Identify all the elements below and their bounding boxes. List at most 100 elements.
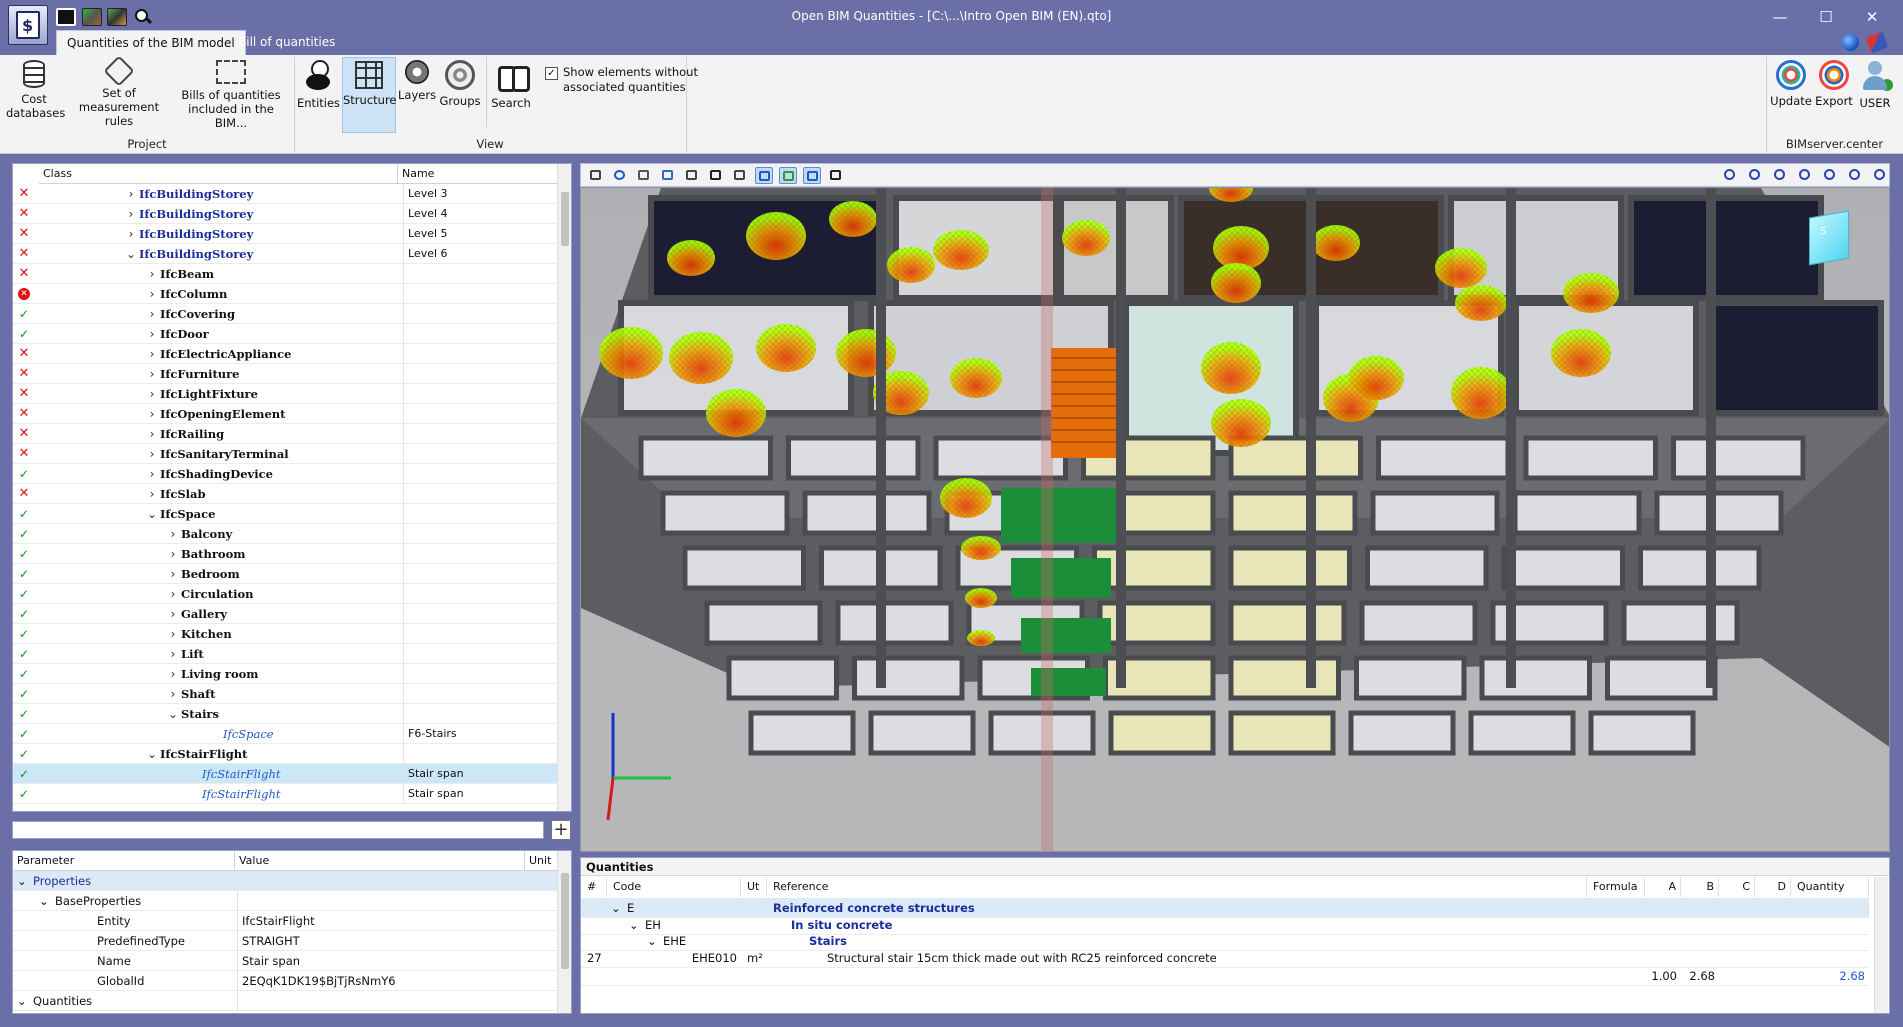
chevron-right-icon[interactable]: › — [146, 484, 158, 504]
tab-bill-of-quantities[interactable]: Bill of quantities — [228, 30, 345, 55]
zoom-prev-icon[interactable] — [1771, 167, 1789, 184]
zoom-extents-icon[interactable] — [1721, 167, 1739, 184]
chevron-right-icon[interactable]: › — [167, 664, 179, 684]
chevron-right-icon[interactable]: › — [146, 344, 158, 364]
chevron-right-icon[interactable]: › — [146, 264, 158, 284]
eye-shade-icon[interactable] — [707, 167, 725, 184]
export-button[interactable]: Export — [1813, 57, 1855, 108]
q-header-d[interactable]: D — [1755, 877, 1791, 897]
chevron-down-icon[interactable]: ⌄ — [39, 891, 49, 911]
user-button[interactable]: USER — [1855, 57, 1895, 110]
tree-row[interactable]: ✕ › IfcColumn — [13, 284, 558, 304]
navigation-cube[interactable]: S — [1809, 210, 1849, 266]
props-header-unit[interactable]: Unit — [524, 851, 558, 871]
props-header-value[interactable]: Value — [234, 851, 524, 871]
tree-header-class[interactable]: Class — [39, 164, 397, 184]
pan-icon[interactable] — [1846, 167, 1864, 184]
zoom-window-icon[interactable] — [1746, 167, 1764, 184]
tree-row[interactable]: ✓ ⌄ Stairs — [13, 704, 558, 724]
property-row[interactable]: GlobalId 2EQqK1DK19$BjTjRsNmY6 — [13, 971, 558, 991]
tree-row[interactable]: ✕ › IfcElectricAppliance — [13, 344, 558, 364]
chevron-right-icon[interactable]: › — [167, 624, 179, 644]
tree-row[interactable]: ✓ ⌄ IfcSpace — [13, 504, 558, 524]
chevron-right-icon[interactable]: › — [167, 644, 179, 664]
view-eye-icon[interactable] — [827, 167, 845, 184]
tree-row[interactable]: ✓ IfcStairFlight Stair span — [13, 764, 558, 784]
section-icon[interactable] — [755, 167, 773, 184]
chevron-right-icon[interactable]: › — [167, 524, 179, 544]
cubes-icon[interactable] — [683, 167, 701, 184]
chevron-right-icon[interactable]: › — [146, 404, 158, 424]
plan-icon[interactable] — [803, 167, 821, 184]
layers-button[interactable]: Layers — [398, 57, 436, 102]
tree-row[interactable]: ✓ ⌄ IfcStairFlight — [13, 744, 558, 764]
tree-row[interactable]: ✕ › IfcOpeningElement — [13, 404, 558, 424]
close-button[interactable]: ✕ — [1849, 4, 1895, 30]
property-row[interactable]: Name Stair span — [13, 951, 558, 971]
chevron-right-icon[interactable]: › — [167, 564, 179, 584]
q-header-code[interactable]: Code — [607, 877, 741, 897]
tree-row[interactable]: ✓ › Balcony — [13, 524, 558, 544]
q-header-quantity[interactable]: Quantity — [1791, 877, 1869, 897]
rotate-view-icon[interactable] — [1796, 167, 1814, 184]
chevron-right-icon[interactable]: › — [167, 604, 179, 624]
chevron-right-icon[interactable]: › — [167, 584, 179, 604]
tree-header-name[interactable]: Name — [397, 164, 557, 184]
cube-icon[interactable] — [659, 167, 677, 184]
tree-row[interactable]: ✓ IfcSpace F6-Stairs — [13, 724, 558, 744]
chevron-down-icon[interactable]: ⌄ — [146, 744, 158, 764]
tree-row[interactable]: ✕ › IfcBuildingStorey Level 5 — [13, 224, 558, 244]
axes-icon[interactable] — [635, 167, 653, 184]
add-button[interactable]: + — [551, 820, 571, 840]
tree-row[interactable]: ✕ › IfcSlab — [13, 484, 558, 504]
tree-row[interactable]: ✓ › IfcCovering — [13, 304, 558, 324]
chevron-right-icon[interactable]: › — [146, 284, 158, 304]
show-elements-checkbox[interactable]: ✓ — [545, 67, 558, 80]
chevron-right-icon[interactable]: › — [146, 364, 158, 384]
tree-row[interactable]: ✕ › IfcBeam — [13, 264, 558, 284]
tree-row[interactable]: ✕ › IfcRailing — [13, 424, 558, 444]
measurement-rules-button[interactable]: Set of measurement rules — [66, 55, 172, 128]
property-row[interactable]: PredefinedType STRAIGHT — [13, 931, 558, 951]
globe-icon[interactable] — [1842, 34, 1859, 51]
chevron-down-icon[interactable]: ⌄ — [17, 991, 27, 1011]
property-row[interactable]: ⌄ BaseProperties — [13, 891, 558, 911]
chevron-right-icon[interactable]: › — [125, 224, 137, 244]
tab-quantities-of-bim-model[interactable]: Quantities of the BIM model — [56, 30, 246, 55]
3d-viewport[interactable]: S — [580, 187, 1890, 852]
tree-row[interactable]: ✓ › Circulation — [13, 584, 558, 604]
bills-in-bim-button[interactable]: Bills of quantities included in the BIM.… — [174, 57, 288, 130]
filter-input[interactable] — [12, 821, 544, 839]
chevron-right-icon[interactable]: › — [125, 184, 137, 204]
maximize-button[interactable]: ☐ — [1803, 4, 1849, 30]
cost-databases-button[interactable]: Cost databases — [6, 57, 65, 120]
chevron-right-icon[interactable]: › — [167, 544, 179, 564]
tree-row[interactable]: ✓ › IfcShadingDevice — [13, 464, 558, 484]
tree-scroll-thumb[interactable] — [561, 192, 569, 246]
props-scrollbar[interactable] — [557, 851, 571, 1013]
q-header-a[interactable]: A — [1645, 877, 1681, 897]
chevron-right-icon[interactable]: › — [167, 684, 179, 704]
entities-button[interactable]: Entities — [297, 57, 340, 110]
tree-row[interactable]: ✓ › Lift — [13, 644, 558, 664]
q-header-num[interactable]: # — [581, 877, 607, 897]
chevron-down-icon[interactable]: ⌄ — [17, 871, 27, 891]
tree-row[interactable]: ✓ › Bathroom — [13, 544, 558, 564]
quantity-row[interactable]: 27 EHE010 m² Structural stair 15cm thick ma… — [581, 948, 1869, 968]
q-header-ut[interactable]: Ut — [741, 877, 767, 897]
chevron-right-icon[interactable]: › — [146, 384, 158, 404]
chevron-down-icon[interactable]: ⌄ — [167, 704, 179, 724]
props-scroll-thumb[interactable] — [561, 873, 569, 969]
layers-icon[interactable] — [587, 167, 605, 184]
pen-icon[interactable] — [779, 167, 797, 184]
tree-row[interactable]: ✓ › Living room — [13, 664, 558, 684]
tree-row[interactable]: ✓ › IfcDoor — [13, 324, 558, 344]
search-button[interactable]: Search — [490, 57, 532, 110]
quantities-scrollbar[interactable] — [1874, 877, 1888, 1013]
property-row[interactable]: Entity IfcStairFlight — [13, 911, 558, 931]
tree-scrollbar[interactable] — [557, 164, 571, 811]
q-header-c[interactable]: C — [1719, 877, 1755, 897]
info-icon[interactable] — [611, 167, 629, 184]
tree-row[interactable]: ✕ › IfcBuildingStorey Level 3 — [13, 184, 558, 204]
chevron-right-icon[interactable]: › — [146, 324, 158, 344]
